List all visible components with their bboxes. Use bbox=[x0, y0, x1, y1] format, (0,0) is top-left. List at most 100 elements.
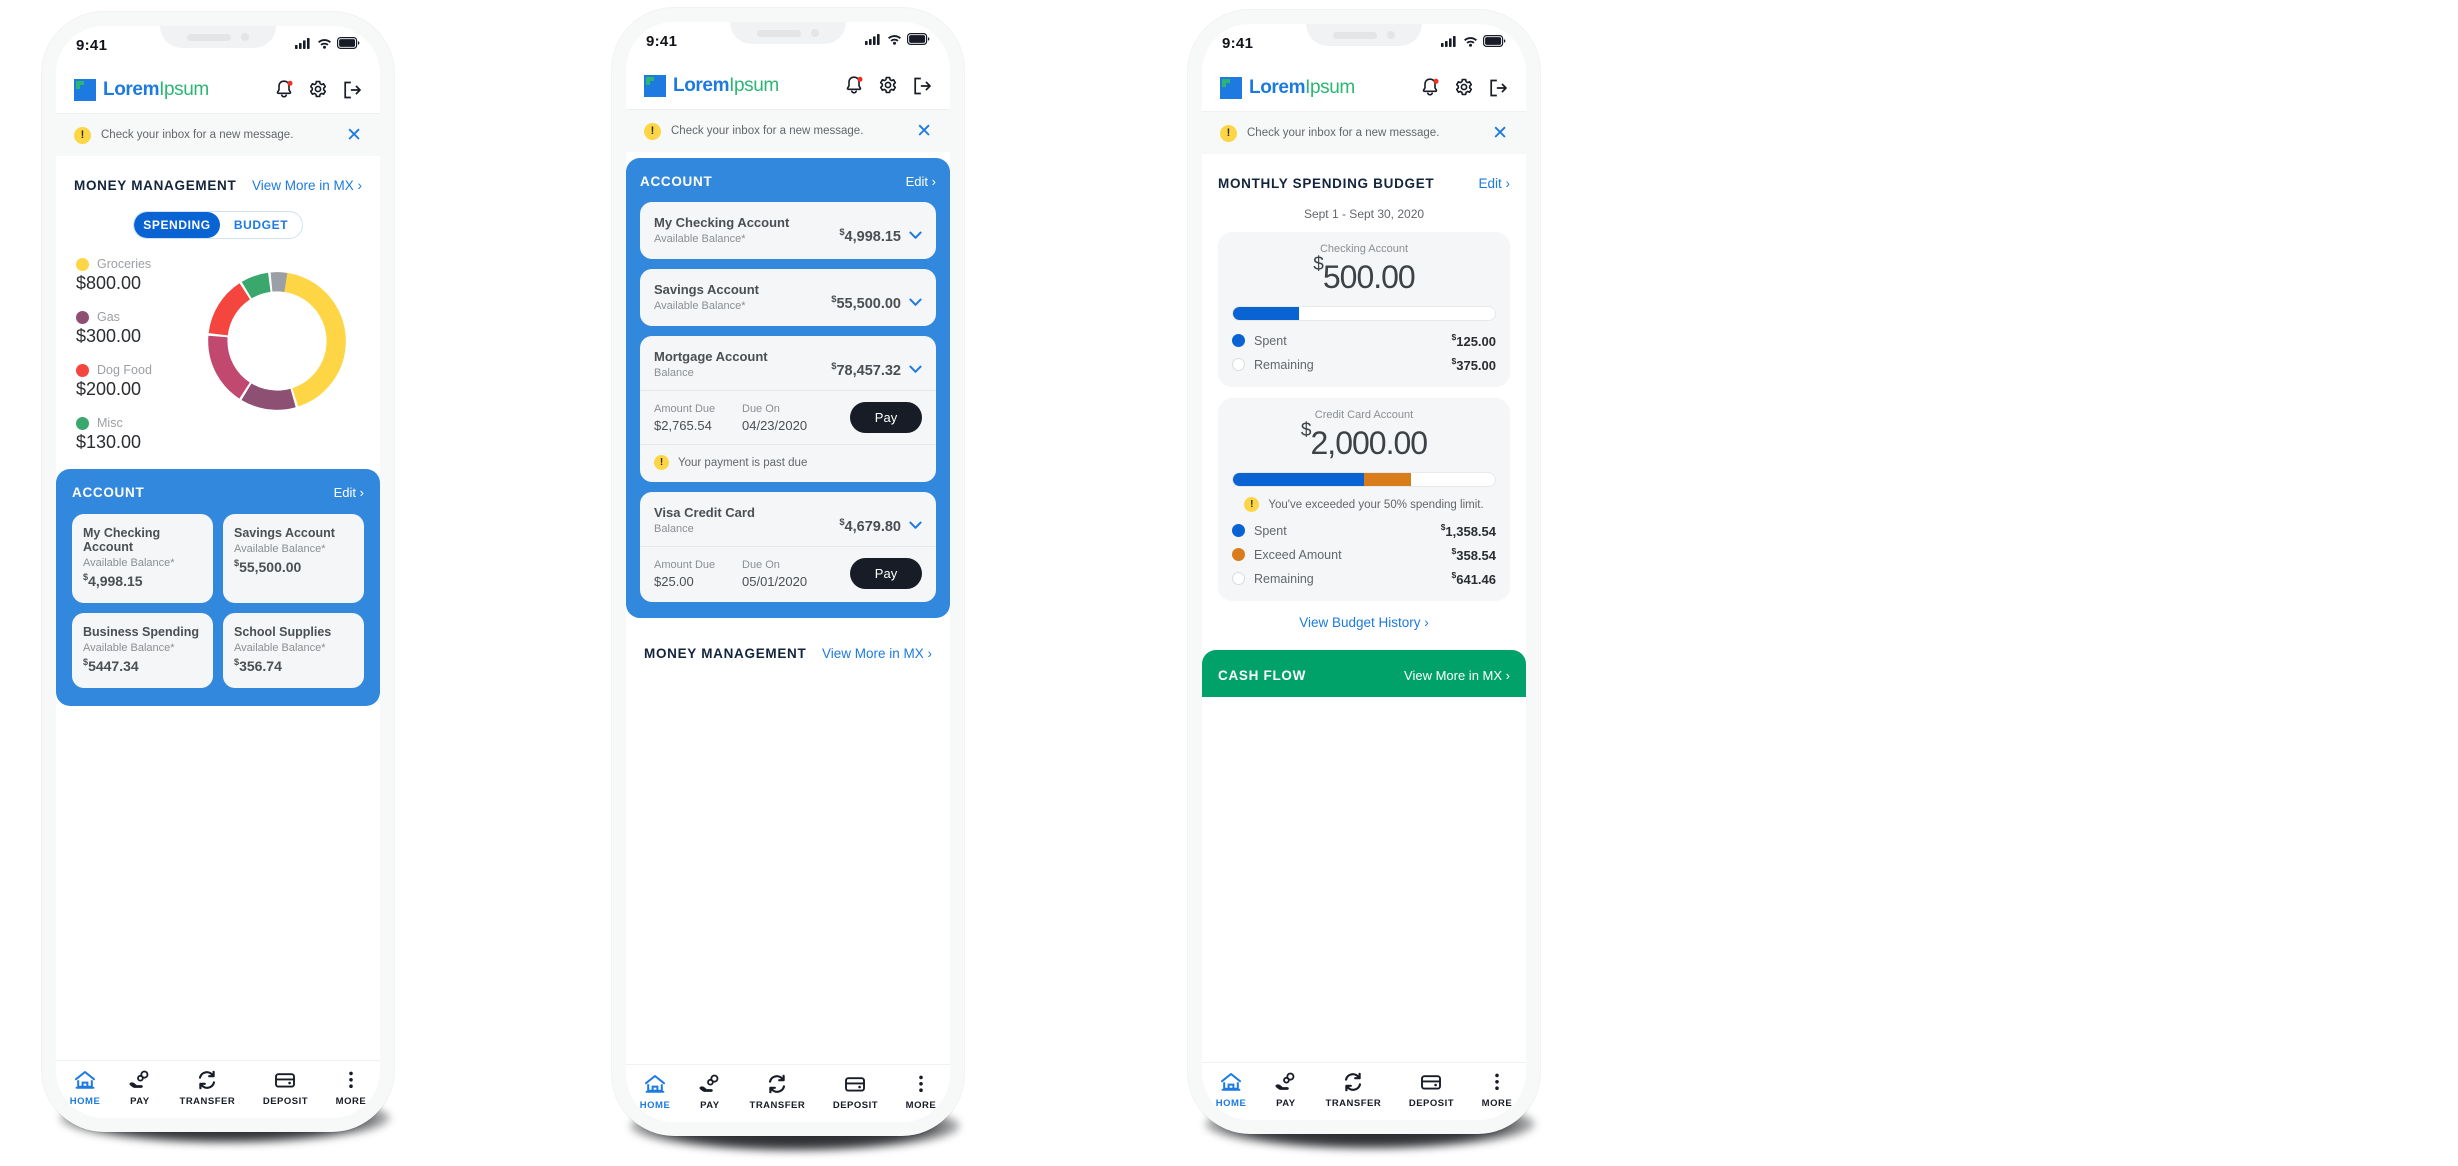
monthly-budget-header: MONTHLY SPENDING BUDGET Edit › bbox=[1218, 176, 1510, 191]
legend-label: Dog Food bbox=[97, 363, 152, 377]
account-tile[interactable]: My Checking Account Available Balance* $… bbox=[72, 514, 213, 603]
budget-edit-link[interactable]: Edit › bbox=[1478, 176, 1510, 191]
tab-spending[interactable]: SPENDING bbox=[134, 212, 220, 238]
chevron-down-icon[interactable] bbox=[909, 365, 922, 374]
close-icon[interactable]: ✕ bbox=[1492, 124, 1508, 143]
tab-budget[interactable]: BUDGET bbox=[220, 212, 302, 238]
account-row-balance-group: $4,998.15 bbox=[839, 226, 922, 245]
header-actions bbox=[274, 79, 362, 100]
account-tile[interactable]: School Supplies Available Balance* $356.… bbox=[223, 613, 364, 688]
nav-label-transfer: TRANSFER bbox=[1325, 1098, 1382, 1109]
close-icon[interactable]: ✕ bbox=[346, 126, 362, 145]
app-logo[interactable]: LoremIpsum bbox=[74, 78, 209, 101]
hand-coins-icon bbox=[128, 1070, 152, 1090]
account-row-sublabel: Available Balance* bbox=[654, 300, 746, 312]
spending-legend: Groceries $800.00 Gas $300.00 Dog Food $… bbox=[74, 257, 192, 453]
account-list-title: ACCOUNT bbox=[640, 174, 713, 189]
chevron-down-icon[interactable] bbox=[909, 298, 922, 307]
account-row[interactable]: Mortgage Account Balance $78,457.32 Amou… bbox=[640, 336, 936, 482]
budget-progress-bar bbox=[1232, 306, 1496, 321]
bell-icon[interactable] bbox=[274, 79, 294, 100]
logo-wordmark: LoremIpsum bbox=[1249, 77, 1355, 99]
close-icon[interactable]: ✕ bbox=[916, 122, 932, 141]
phone-1-screen: 9:41 LoremIpsum ! Check your inbox for a… bbox=[56, 26, 380, 1118]
pay-button[interactable]: Pay bbox=[850, 402, 922, 433]
account-tile[interactable]: Savings Account Available Balance* $55,5… bbox=[223, 514, 364, 603]
nav-item-deposit[interactable]: DEPOSIT bbox=[1409, 1072, 1454, 1109]
gear-icon[interactable] bbox=[878, 76, 898, 96]
app-logo[interactable]: LoremIpsum bbox=[644, 74, 779, 97]
chevron-down-icon[interactable] bbox=[909, 521, 922, 530]
budget-progress-bar bbox=[1232, 472, 1496, 487]
pay-button[interactable]: Pay bbox=[850, 558, 922, 589]
header-actions bbox=[1420, 77, 1508, 98]
account-edit-link[interactable]: Edit › bbox=[334, 485, 364, 500]
legend-value: $300.00 bbox=[76, 326, 142, 346]
front-camera bbox=[241, 33, 249, 41]
view-more-in-mx-link[interactable]: View More in MX › bbox=[1404, 668, 1510, 683]
nav-item-transfer[interactable]: TRANSFER bbox=[1326, 1072, 1382, 1109]
wallet-icon bbox=[1420, 1072, 1442, 1092]
nav-item-more[interactable]: MORE bbox=[336, 1070, 367, 1107]
nav-item-home[interactable]: HOME bbox=[1216, 1072, 1247, 1109]
account-row[interactable]: Visa Credit Card Balance $4,679.80 Amoun… bbox=[640, 492, 936, 602]
nav-item-home[interactable]: HOME bbox=[640, 1074, 671, 1111]
logo-lorem: Lorem bbox=[673, 74, 730, 96]
account-row[interactable]: Savings Account Available Balance* $55,5… bbox=[640, 269, 936, 326]
nav-item-pay[interactable]: PAY bbox=[1274, 1072, 1298, 1109]
budget-panel-amount: $500.00 bbox=[1232, 254, 1496, 296]
notch bbox=[730, 22, 846, 44]
logout-icon[interactable] bbox=[912, 76, 932, 96]
view-more-label: View More in MX bbox=[821, 646, 924, 661]
chevron-right-icon: › bbox=[931, 174, 936, 189]
view-more-in-mx-link[interactable]: View More in MX › bbox=[822, 646, 932, 661]
phone-2: 9:41 LoremIpsum ! Check your inbox for a… bbox=[612, 8, 964, 1136]
nav-item-transfer[interactable]: TRANSFER bbox=[180, 1070, 236, 1107]
nav-item-pay[interactable]: PAY bbox=[128, 1070, 152, 1107]
nav-item-more[interactable]: MORE bbox=[906, 1074, 937, 1111]
nav-item-more[interactable]: MORE bbox=[1482, 1072, 1513, 1109]
nav-item-deposit[interactable]: DEPOSIT bbox=[263, 1070, 308, 1107]
chevron-right-icon: › bbox=[1505, 668, 1510, 683]
status-icons bbox=[1441, 35, 1506, 47]
gear-icon[interactable] bbox=[1454, 78, 1474, 98]
chevron-down-icon[interactable] bbox=[909, 231, 922, 240]
view-budget-history-link[interactable]: View Budget History › bbox=[1218, 615, 1510, 630]
past-due-warning: ! Your payment is past due bbox=[640, 445, 936, 482]
due-on-label: Due On bbox=[742, 402, 780, 415]
home-icon bbox=[1220, 1072, 1242, 1092]
account-tile-name: Savings Account bbox=[234, 526, 335, 540]
bell-icon[interactable] bbox=[844, 75, 864, 96]
nav-item-home[interactable]: HOME bbox=[70, 1070, 101, 1107]
view-more-in-mx-link[interactable]: View More in MX › bbox=[252, 178, 362, 193]
bell-icon[interactable] bbox=[1420, 77, 1440, 98]
account-tile-name: School Supplies bbox=[234, 625, 332, 639]
account-tile-amount: $5447.34 bbox=[83, 657, 202, 674]
nav-label-pay: PAY bbox=[130, 1096, 150, 1107]
progress-segment-spent bbox=[1233, 307, 1299, 320]
nav-label-more: MORE bbox=[335, 1096, 367, 1107]
legend-value-exceed: $358.54 bbox=[1452, 546, 1496, 563]
nav-item-transfer[interactable]: TRANSFER bbox=[750, 1074, 806, 1111]
spending-budget-toggle[interactable]: SPENDING BUDGET bbox=[133, 211, 303, 239]
balance-value: 4,679.80 bbox=[844, 519, 901, 535]
app-header: LoremIpsum bbox=[626, 62, 950, 110]
hand-coins-icon bbox=[1274, 1072, 1298, 1092]
balance-value: 4,998.15 bbox=[844, 229, 901, 245]
logout-icon[interactable] bbox=[342, 80, 362, 100]
nav-item-deposit[interactable]: DEPOSIT bbox=[833, 1074, 878, 1111]
amount-due-value: $2,765.54 bbox=[654, 417, 712, 433]
app-logo[interactable]: LoremIpsum bbox=[1220, 76, 1355, 99]
logout-icon[interactable] bbox=[1488, 78, 1508, 98]
gear-icon[interactable] bbox=[308, 80, 328, 100]
account-tile[interactable]: Business Spending Available Balance* $54… bbox=[72, 613, 213, 688]
budget-date-range: Sept 1 - Sept 30, 2020 bbox=[1303, 207, 1425, 221]
nav-item-pay[interactable]: PAY bbox=[698, 1074, 722, 1111]
account-row[interactable]: My Checking Account Available Balance* $… bbox=[640, 202, 936, 259]
account-edit-link[interactable]: Edit › bbox=[906, 174, 936, 189]
dots-vertical-icon bbox=[347, 1070, 355, 1090]
inbox-alert-text: Check your inbox for a new message. bbox=[101, 129, 294, 141]
account-card: ACCOUNT Edit › My Checking Account Avail… bbox=[56, 469, 380, 706]
money-management-card: MONEY MANAGEMENT View More in MX › bbox=[626, 628, 950, 661]
legend-item: Dog Food bbox=[76, 363, 192, 377]
